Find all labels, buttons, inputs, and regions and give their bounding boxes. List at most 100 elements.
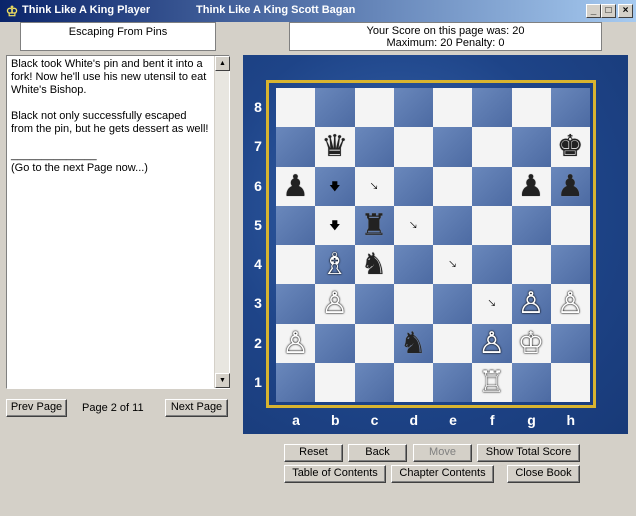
score-details: Maximum: 20 Penalty: 0 [386,37,505,49]
table-of-contents-button[interactable]: Table of Contents [284,465,386,483]
square-f8[interactable] [472,88,512,128]
close-book-button[interactable]: Close Book [507,465,580,483]
square-c3[interactable] [354,284,394,324]
vertical-scrollbar[interactable]: ▲ ▼ [214,56,230,388]
square-b8[interactable] [315,88,355,128]
maximize-button[interactable]: □ [601,4,616,18]
scroll-down-icon[interactable]: ▼ [215,373,230,388]
white-pawn-icon[interactable]: ♙ [276,324,315,363]
black-king-icon[interactable]: ♚ [551,127,590,166]
white-king-icon[interactable]: ♔ [512,324,551,363]
square-c1[interactable] [354,362,394,403]
square-d4[interactable] [393,245,434,285]
white-rook-icon[interactable]: ♖ [472,363,511,402]
arrow-down-icon: 🡇 [329,179,341,193]
score-panel: Your Score on this page was: 20 Maximum:… [289,22,602,51]
arrow-down-right-icon: 🡖 [488,297,496,311]
white-pawn-icon[interactable]: ♙ [551,284,590,323]
square-g5[interactable] [511,205,551,246]
square-h5[interactable] [550,205,591,246]
scroll-up-icon[interactable]: ▲ [215,56,230,71]
square-h2[interactable] [550,323,591,363]
square-c8[interactable] [354,88,394,128]
next-page-button[interactable]: Next Page [165,399,228,417]
app-title: Think Like A King Player [22,4,151,16]
black-queen-icon[interactable]: ♛ [315,127,354,166]
back-button[interactable]: Back [348,444,407,462]
square-e8[interactable] [433,88,473,128]
black-rook-icon[interactable]: ♜ [355,206,394,245]
square-d1[interactable] [393,362,434,403]
title-bar: ♔ Think Like A King Player Think Like A … [0,0,636,22]
square-e6[interactable] [433,166,473,206]
rank-label: 6 [254,177,262,194]
square-d3[interactable] [393,284,434,324]
square-c2[interactable] [354,323,394,363]
crown-icon: ♔ [5,3,19,19]
square-a4[interactable] [276,245,316,285]
lesson-text: Black took White's pin and bent it into … [11,58,209,174]
chapter-contents-button[interactable]: Chapter Contents [391,465,494,483]
white-pawn-icon[interactable]: ♙ [472,324,511,363]
square-a3[interactable] [276,284,316,324]
square-e1[interactable] [433,362,473,403]
minimize-button[interactable]: _ [586,4,601,18]
square-c7[interactable] [354,127,394,167]
arrow-down-right-icon: 🡖 [370,179,378,193]
rank-label: 8 [254,99,262,115]
rank-label: 5 [254,216,262,233]
arrow-down-right-icon: 🡖 [409,218,417,232]
prev-page-button[interactable]: Prev Page [6,399,67,417]
square-d7[interactable] [393,127,434,167]
file-label: g [527,412,536,428]
reset-button[interactable]: Reset [284,444,343,462]
chapter-title: Escaping From Pins [20,22,216,51]
black-knight-icon[interactable]: ♞ [355,245,394,284]
white-bishop-icon[interactable]: ♗ [315,245,354,284]
square-e2[interactable] [433,323,473,363]
square-f5[interactable] [472,205,512,246]
square-h1[interactable] [550,362,591,403]
square-g4[interactable] [511,245,551,285]
arrow-down-icon: 🡇 [329,218,341,232]
black-knight-icon[interactable]: ♞ [394,324,433,363]
lesson-text-area[interactable]: Black took White's pin and bent it into … [6,55,230,389]
white-pawn-icon[interactable]: ♙ [315,284,354,323]
document-title: Think Like A King Scott Bagan [196,4,356,16]
file-label: h [566,412,576,428]
file-label: e [449,412,457,428]
square-h4[interactable] [550,245,591,285]
square-e5[interactable] [433,205,473,246]
file-label: a [292,412,300,428]
square-e3[interactable] [433,284,473,324]
square-g8[interactable] [511,88,551,128]
square-d8[interactable] [393,88,434,128]
square-a7[interactable] [276,127,316,167]
show-total-score-button[interactable]: Show Total Score [477,444,580,462]
rank-label: 7 [254,138,262,155]
black-pawn-icon[interactable]: ♟ [276,167,315,206]
file-label: b [330,412,340,428]
square-f4[interactable] [472,245,512,285]
square-f6[interactable] [472,166,512,206]
square-d6[interactable] [393,166,434,206]
rank-label: 4 [254,256,262,272]
square-a1[interactable] [276,362,316,403]
square-e7[interactable] [433,127,473,167]
square-f7[interactable] [472,127,512,167]
rank-label: 3 [254,295,262,312]
file-label: c [370,412,379,428]
square-h8[interactable] [550,88,591,128]
close-button[interactable]: × [618,4,633,18]
white-pawn-icon[interactable]: ♙ [512,284,551,323]
square-a8[interactable] [276,88,316,128]
square-b2[interactable] [315,323,355,363]
square-a5[interactable] [276,205,316,246]
black-pawn-icon[interactable]: ♟ [512,167,551,206]
square-g7[interactable] [511,127,551,167]
score-line: Your Score on this page was: 20 [366,25,525,37]
black-pawn-icon[interactable]: ♟ [551,167,590,206]
move-button[interactable]: Move [413,444,472,462]
square-g1[interactable] [511,362,551,403]
square-b1[interactable] [315,362,355,403]
